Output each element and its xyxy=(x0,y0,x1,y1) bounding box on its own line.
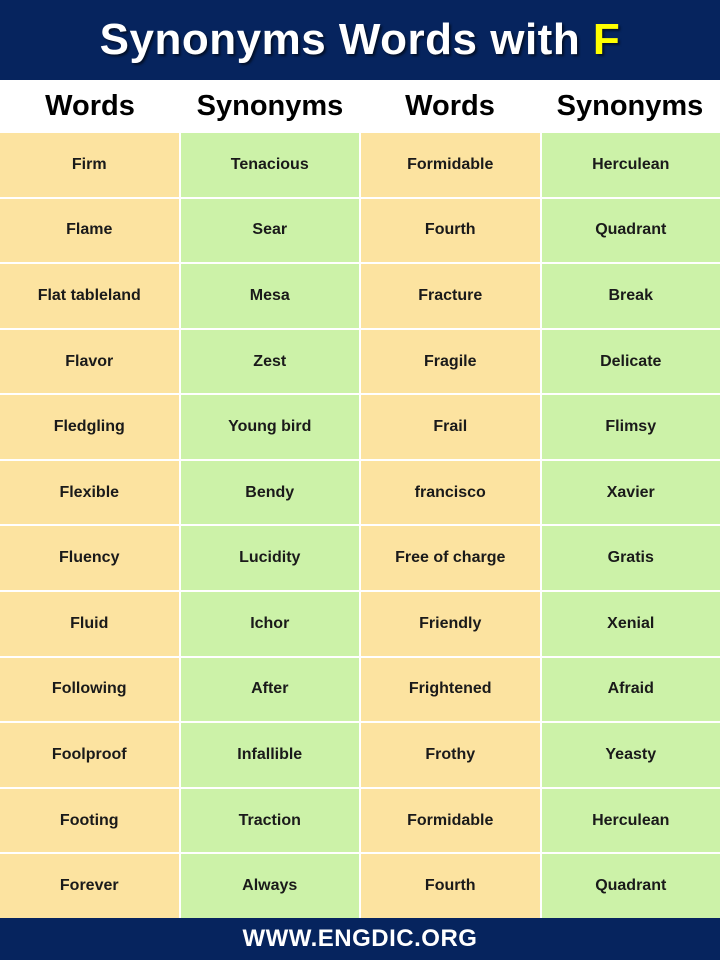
synonyms-word-list-page: Synonyms Words with F Words Synonyms Wor… xyxy=(0,0,720,960)
cell-synonym-1: Ichor xyxy=(180,592,359,656)
cell-word-1: Fluid xyxy=(0,592,179,656)
cell-word-2: Frightened xyxy=(361,657,540,722)
table-row: Fluid Ichor Friendly Xenial xyxy=(0,592,720,656)
table-row: Fledgling Young bird Frail Flimsy xyxy=(0,395,720,459)
cell-word-2: Fragile xyxy=(361,329,540,394)
table-row: Firm Tenacious Formidable Herculean xyxy=(0,133,720,197)
cell-word-2: Frothy xyxy=(361,723,540,787)
cell-synonym-2: Herculean xyxy=(541,788,720,853)
cell-word-2: Friendly xyxy=(361,592,540,656)
cell-synonym-1: Traction xyxy=(180,788,359,853)
cell-synonym-1: Infallible xyxy=(180,723,359,787)
cell-synonym-2: Quadrant xyxy=(541,854,720,918)
cell-word-1: Foolproof xyxy=(0,723,179,787)
cell-word-1: Fledgling xyxy=(0,395,179,459)
cell-word-1: Flexible xyxy=(0,460,179,525)
title-banner: Synonyms Words with F xyxy=(0,0,720,80)
table-row: Flexible Bendy francisco Xavier xyxy=(0,460,720,525)
cell-synonym-2: Xenial xyxy=(541,592,720,656)
table-row: Fluency Lucidity Free of charge Gratis xyxy=(0,526,720,591)
table-row: Flavor Zest Fragile Delicate xyxy=(0,329,720,394)
table-row: Flame Sear Fourth Quadrant xyxy=(0,198,720,263)
cell-word-1: Flat tableland xyxy=(0,264,179,328)
cell-synonym-1: Always xyxy=(180,854,359,918)
cell-word-2: Formidable xyxy=(361,788,540,853)
cell-word-2: Frail xyxy=(361,395,540,459)
cell-synonym-2: Flimsy xyxy=(541,395,720,459)
cell-word-1: Firm xyxy=(0,133,179,197)
synonyms-table-body: Firm Tenacious Formidable Herculean Flam… xyxy=(0,133,720,918)
table-column-header-row: Words Synonyms Words Synonyms xyxy=(0,80,720,133)
cell-synonym-2: Xavier xyxy=(541,460,720,525)
cell-synonym-1: Lucidity xyxy=(180,526,359,591)
cell-synonym-1: Young bird xyxy=(180,395,359,459)
cell-synonym-2: Break xyxy=(541,264,720,328)
cell-word-1: Forever xyxy=(0,854,179,918)
cell-word-2: Formidable xyxy=(361,133,540,197)
cell-word-1: Fluency xyxy=(0,526,179,591)
column-header-words-2: Words xyxy=(360,80,540,133)
cell-word-2: francisco xyxy=(361,460,540,525)
cell-synonym-1: Mesa xyxy=(180,264,359,328)
cell-synonym-2: Quadrant xyxy=(541,198,720,263)
cell-synonym-2: Delicate xyxy=(541,329,720,394)
website-url: WWW.ENGDIC.ORG xyxy=(242,925,478,952)
table-row: Following After Frightened Afraid xyxy=(0,657,720,722)
cell-word-1: Flavor xyxy=(0,329,179,394)
footer-banner: WWW.ENGDIC.ORG xyxy=(0,918,720,960)
cell-synonym-1: Tenacious xyxy=(180,133,359,197)
cell-synonym-2: Afraid xyxy=(541,657,720,722)
column-header-words-1: Words xyxy=(0,80,180,133)
cell-synonym-2: Gratis xyxy=(541,526,720,591)
cell-synonym-1: After xyxy=(180,657,359,722)
cell-word-2: Fracture xyxy=(361,264,540,328)
table-row: Foolproof Infallible Frothy Yeasty xyxy=(0,723,720,787)
cell-synonym-1: Bendy xyxy=(180,460,359,525)
cell-word-2: Free of charge xyxy=(361,526,540,591)
column-header-synonyms-1: Synonyms xyxy=(180,80,360,133)
cell-synonym-2: Yeasty xyxy=(541,723,720,787)
page-title: Synonyms Words with F xyxy=(100,18,621,62)
cell-word-2: Fourth xyxy=(361,854,540,918)
cell-word-1: Footing xyxy=(0,788,179,853)
cell-word-1: Flame xyxy=(0,198,179,263)
cell-word-2: Fourth xyxy=(361,198,540,263)
table-row: Forever Always Fourth Quadrant xyxy=(0,854,720,918)
column-header-synonyms-2: Synonyms xyxy=(540,80,720,133)
table-row: Flat tableland Mesa Fracture Break xyxy=(0,264,720,328)
cell-synonym-1: Sear xyxy=(180,198,359,263)
cell-synonym-1: Zest xyxy=(180,329,359,394)
page-title-accent-letter: F xyxy=(592,15,621,64)
page-title-main: Synonyms Words with xyxy=(99,15,593,64)
table-row: Footing Traction Formidable Herculean xyxy=(0,788,720,853)
cell-word-1: Following xyxy=(0,657,179,722)
cell-synonym-2: Herculean xyxy=(541,133,720,197)
